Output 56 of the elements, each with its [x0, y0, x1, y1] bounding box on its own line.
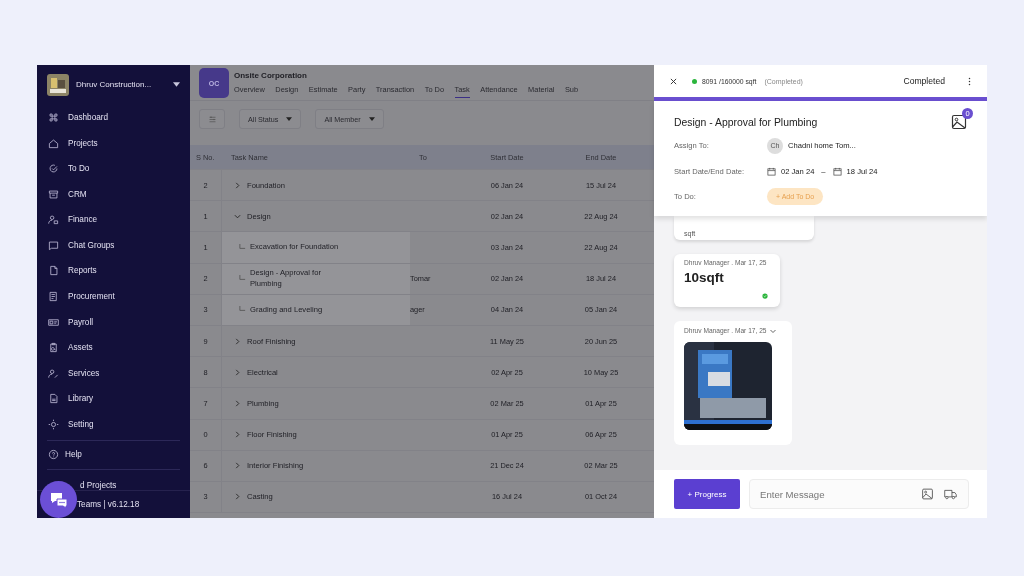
nav-item[interactable]: Reports — [37, 258, 190, 284]
chevron-right-icon[interactable] — [234, 431, 241, 439]
chevron-right-icon[interactable] — [234, 368, 241, 376]
caret-icon[interactable] — [173, 82, 180, 88]
close-icon[interactable] — [670, 77, 677, 85]
caret-icon — [368, 117, 375, 121]
nav-item[interactable]: Procurement — [37, 283, 190, 310]
chevron-right-icon[interactable] — [234, 337, 241, 345]
company-name[interactable]: Dhruv Construction... — [76, 80, 166, 90]
project-name: Onsite Corporation — [234, 71, 308, 80]
company-logo — [47, 73, 69, 96]
nav-item[interactable]: Projects — [37, 130, 190, 156]
chat-icon — [48, 239, 59, 251]
file-icon — [48, 393, 59, 405]
person-icon — [48, 367, 59, 379]
truck-icon[interactable] — [944, 488, 957, 500]
nav-item[interactable]: To Do — [37, 155, 190, 182]
nav-item[interactable]: Services — [37, 360, 190, 387]
status-label[interactable]: Completed — [903, 76, 945, 86]
nav-item[interactable]: Payroll — [37, 309, 190, 335]
nav-item[interactable]: Finance — [37, 207, 190, 233]
nav-item[interactable]: Chat Groups — [37, 232, 190, 259]
sliders-icon — [207, 114, 217, 124]
help-icon — [48, 449, 59, 461]
command-icon — [48, 111, 59, 123]
update-value: 10sqft — [684, 269, 725, 285]
chevron-down-icon[interactable] — [234, 212, 241, 220]
chevron-right-icon[interactable] — [234, 462, 241, 470]
chevron-right-icon[interactable] — [234, 399, 241, 407]
task-title: Design - Approval for Plumbing — [674, 116, 818, 128]
settings-icon — [48, 419, 59, 431]
receipt-icon — [48, 291, 59, 303]
image-icon[interactable] — [921, 488, 934, 500]
nav-item[interactable]: d Projects — [80, 480, 117, 490]
archive-icon — [48, 188, 59, 200]
message-field[interactable]: Enter Message — [749, 479, 969, 509]
nav-item[interactable]: Setting — [37, 411, 190, 438]
nav-item[interactable]: Assets — [37, 334, 190, 361]
calendar-icon[interactable] — [832, 166, 842, 176]
nav-item[interactable]: CRM — [37, 181, 190, 207]
filter-button[interactable] — [199, 109, 225, 129]
nav-item[interactable]: Dashboard — [37, 104, 190, 131]
document-icon — [48, 265, 59, 277]
version-text: Teams | v6.12.18 — [77, 499, 140, 509]
nav-item[interactable]: Library — [37, 386, 190, 412]
home-icon — [48, 137, 59, 149]
help-link[interactable]: Help — [37, 444, 190, 466]
chevron-right-icon[interactable] — [234, 181, 241, 189]
calendar-icon[interactable] — [767, 166, 776, 176]
person-icon — [48, 214, 59, 226]
clipboard-icon — [48, 342, 59, 354]
id-card-icon — [48, 316, 59, 328]
status-dot — [692, 78, 697, 84]
add-progress-button[interactable]: + Progress — [674, 479, 740, 509]
caret-icon — [286, 117, 293, 121]
chevron-right-icon[interactable] — [234, 493, 241, 501]
